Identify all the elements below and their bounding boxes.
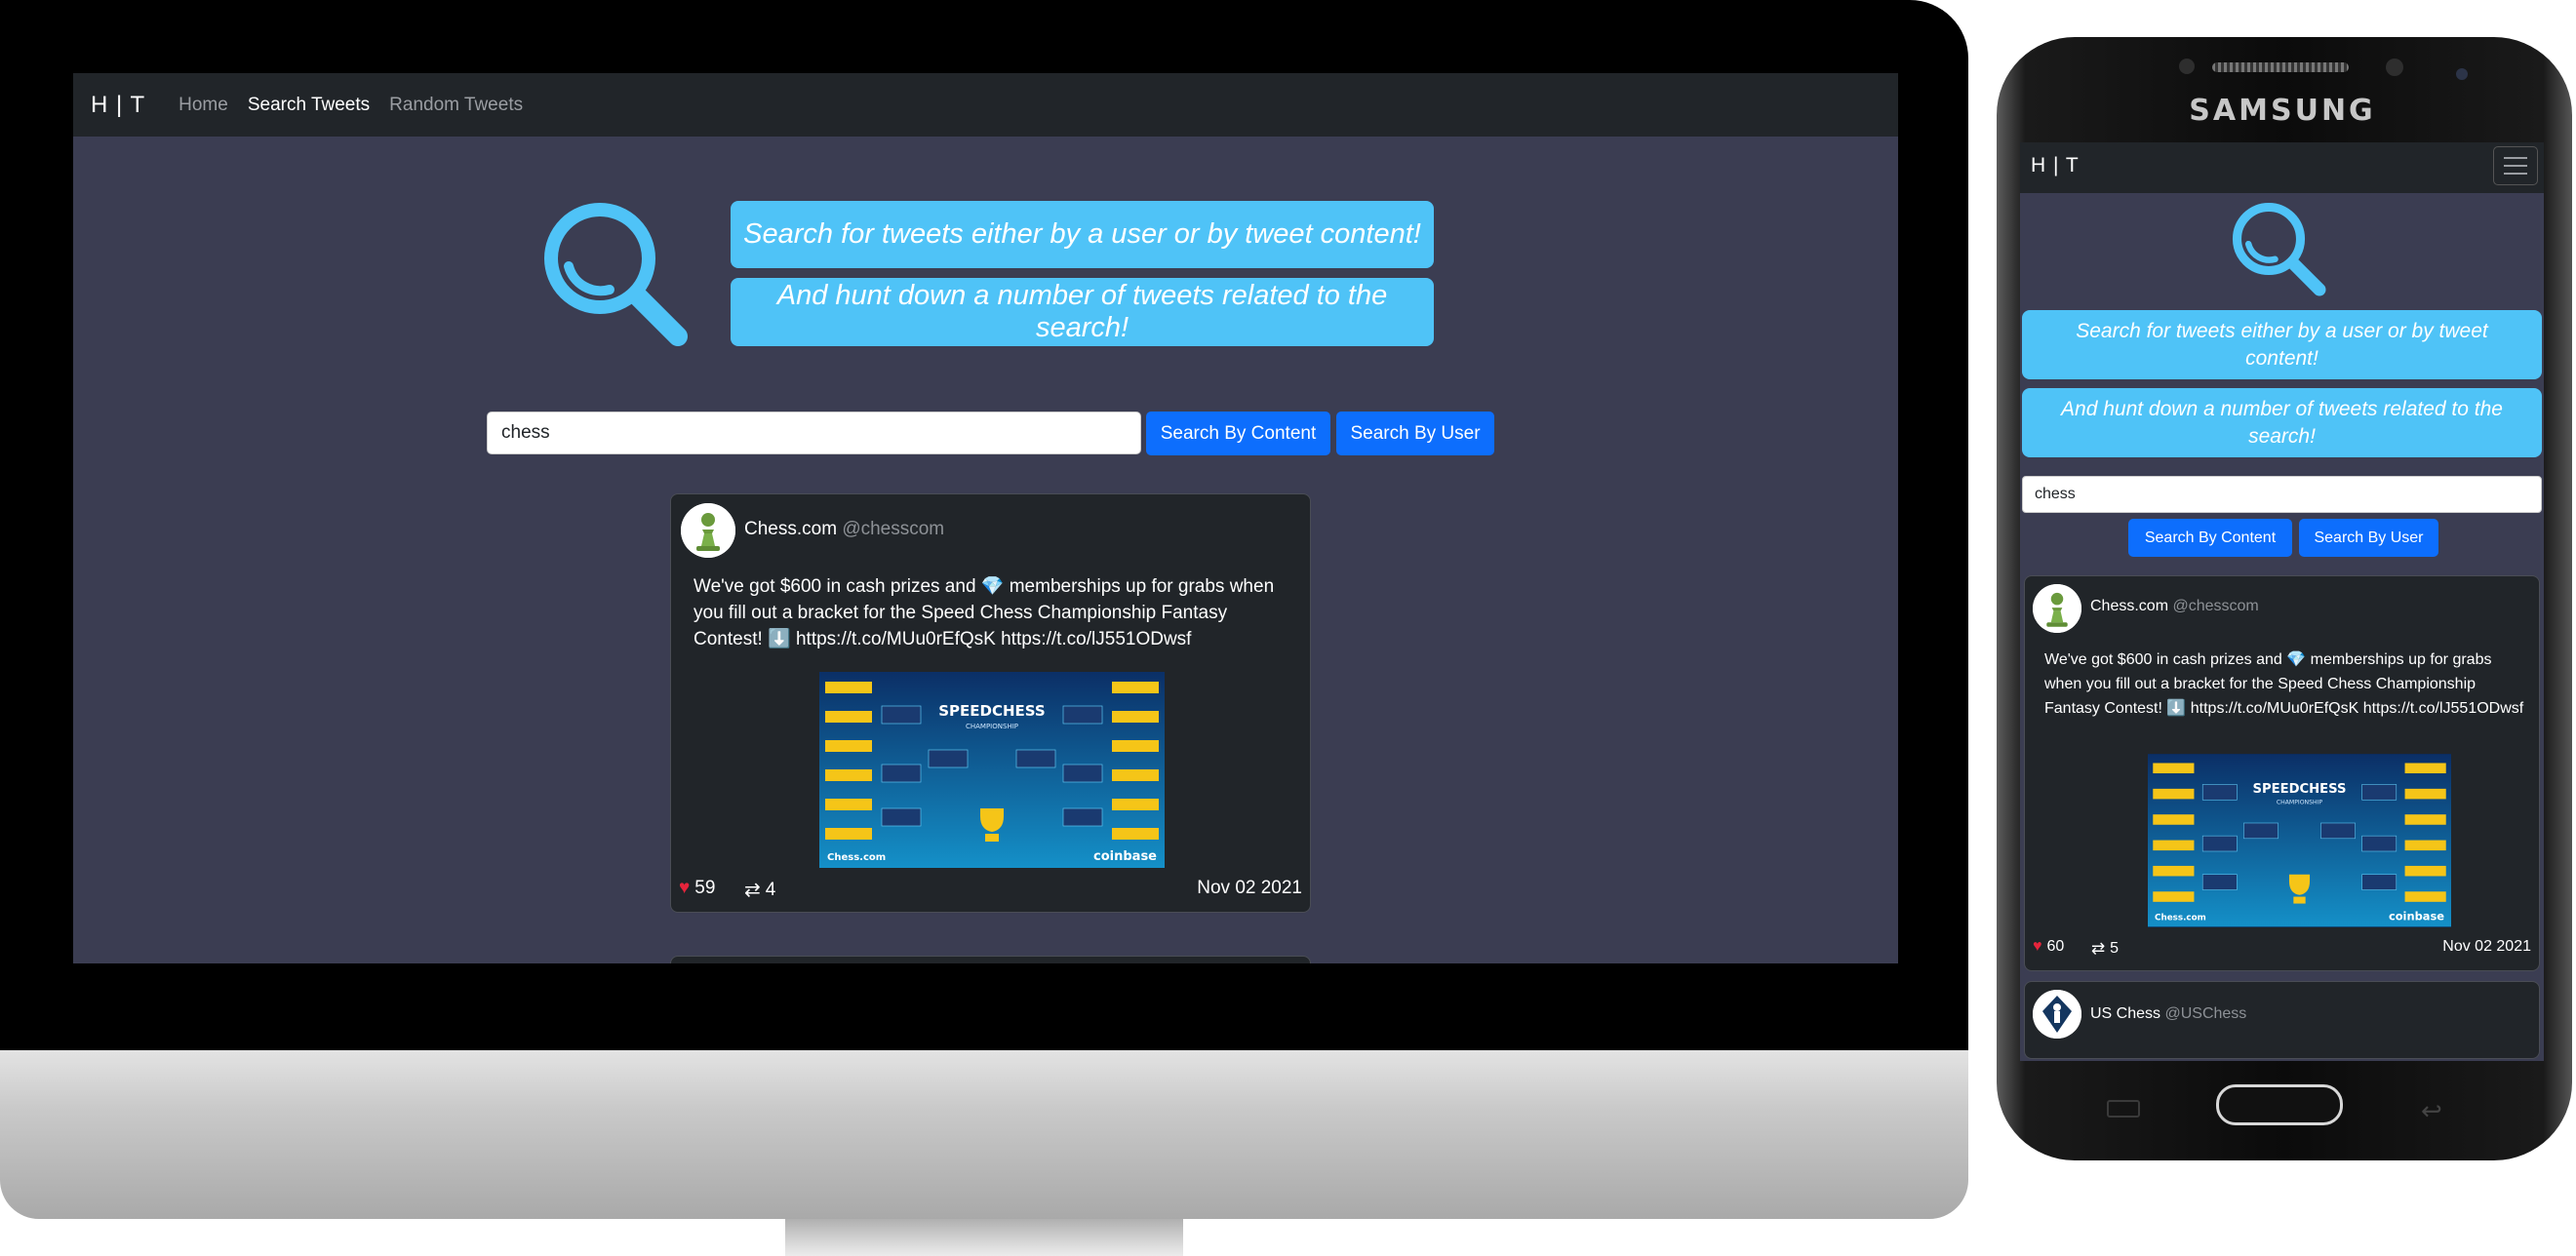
tweet-image-subtitle: CHAMPIONSHIP — [2277, 800, 2323, 806]
phone-navbar-brand[interactable]: H | T — [2031, 154, 2080, 177]
tweet-image-brand-left: Chess.com — [2155, 913, 2206, 922]
search-input[interactable] — [487, 412, 1141, 454]
tweet-text: We've got $600 in cash prizes and 💎 memb… — [694, 576, 1275, 650]
hamburger-line — [2504, 157, 2527, 159]
tweet-card: Chess.com @chesscom We've got $600 in ca… — [670, 493, 1311, 913]
like-count-value: 60 — [2046, 938, 2065, 955]
phone-search-input[interactable] — [2022, 476, 2542, 513]
chess-pawn-icon — [2033, 584, 2081, 633]
phone-tweet-card-2: US Chess @USChess — [2024, 981, 2540, 1059]
phone-speaker — [2212, 62, 2349, 72]
tweet-author: Chess.com @chesscom — [2090, 598, 2259, 615]
retweet-count-value: 4 — [765, 879, 776, 900]
hamburger-line — [2504, 173, 2527, 175]
tweet-text: We've got $600 in cash prizes and 💎 memb… — [2044, 651, 2524, 717]
hamburger-line — [2504, 165, 2527, 167]
search-by-content-button[interactable]: Search By Content — [1146, 412, 1330, 455]
hero-line-2: And hunt down a number of tweets related… — [731, 278, 1434, 346]
nav-link-random-tweets[interactable]: Random Tweets — [389, 95, 523, 116]
phone-hero-line-1: Search for tweets either by a user or by… — [2022, 310, 2542, 379]
phone-led — [2456, 68, 2468, 80]
device-mockup: H | T Home Search Tweets Random Tweets S… — [0, 0, 2576, 1256]
magnifier-icon — [2232, 202, 2326, 296]
like-count[interactable]: ♥ 60 — [2033, 938, 2064, 956]
tweet-date: Nov 02 2021 — [2442, 938, 2531, 955]
tweet-image-subtitle: CHAMPIONSHIP — [966, 723, 1018, 730]
phone-screen: H | T Search for tweets either by a user… — [2020, 142, 2544, 1061]
magnifier-icon — [544, 203, 688, 346]
tweet-author-handle[interactable]: @chesscom — [2172, 598, 2258, 614]
retweet-count[interactable]: ⇄ 5 — [2091, 938, 2119, 959]
tweet-image[interactable]: SPEEDCHESS CHAMPIONSHIP Chess.com coinba… — [2148, 754, 2451, 927]
phone-brand-label: SAMSUNG — [2189, 94, 2376, 128]
tweet-author: US Chess @USChess — [2090, 1005, 2246, 1023]
tweet-image-title: SPEEDCHESS — [2252, 782, 2346, 797]
tweet-author-name[interactable]: Chess.com — [2090, 598, 2168, 614]
tweet-image[interactable]: SPEEDCHESS CHAMPIONSHIP Chess.com coinba… — [819, 672, 1165, 868]
phone-sensor — [2179, 59, 2195, 74]
phone-navbar: H | T — [2020, 142, 2544, 193]
tweet-author-name[interactable]: US Chess — [2090, 1005, 2160, 1022]
retweet-icon: ⇄ — [744, 880, 761, 901]
like-count[interactable]: ♥ 59 — [679, 878, 715, 899]
tweet-image-brand-right: coinbase — [1093, 849, 1157, 864]
tweet-author-handle[interactable]: @chesscom — [842, 519, 944, 539]
hero-line-1: Search for tweets either by a user or by… — [731, 201, 1434, 268]
tweet-image-brand-left: Chess.com — [827, 852, 886, 863]
retweet-icon: ⇄ — [2091, 939, 2106, 958]
phone-tweet-card: Chess.com @chesscom We've got $600 in ca… — [2024, 575, 2540, 971]
navbar: H | T Home Search Tweets Random Tweets — [73, 73, 1898, 137]
retweet-count-value: 5 — [2110, 939, 2119, 957]
phone-search-by-user-button[interactable]: Search By User — [2299, 519, 2438, 557]
tweet-image-graphic: SPEEDCHESS CHAMPIONSHIP Chess.com coinba… — [819, 672, 1165, 868]
desktop-screen: H | T Home Search Tweets Random Tweets S… — [73, 73, 1898, 963]
phone-hero-line-2: And hunt down a number of tweets related… — [2022, 388, 2542, 457]
heart-icon: ♥ — [2033, 938, 2042, 955]
avatar — [2033, 990, 2081, 1039]
retweet-count[interactable]: ⇄ 4 — [744, 878, 775, 902]
tweet-image-brand-right: coinbase — [2389, 909, 2444, 922]
tweet-author-name[interactable]: Chess.com — [744, 519, 837, 539]
nav-link-home[interactable]: Home — [178, 95, 228, 116]
back-arrow-icon[interactable]: ↩ — [2421, 1096, 2442, 1126]
heart-icon: ♥ — [679, 878, 691, 898]
tweet-image-graphic: SPEEDCHESS CHAMPIONSHIP Chess.com coinba… — [2148, 754, 2451, 927]
nav-link-search-tweets[interactable]: Search Tweets — [248, 95, 370, 116]
phone-menu-key[interactable] — [2107, 1100, 2140, 1118]
phone-camera — [2386, 59, 2403, 76]
navbar-brand[interactable]: H | T — [91, 92, 145, 119]
monitor-chin — [0, 1050, 1968, 1219]
tweet-date: Nov 02 2021 — [1197, 878, 1302, 898]
us-chess-logo-icon — [2033, 990, 2081, 1039]
phone-home-button[interactable] — [2216, 1084, 2343, 1125]
avatar — [681, 503, 735, 558]
search-by-user-button[interactable]: Search By User — [1336, 412, 1494, 455]
tweet-card-next — [670, 956, 1311, 963]
tweet-author: Chess.com @chesscom — [744, 519, 944, 540]
chess-pawn-icon — [681, 503, 735, 558]
phone-search-by-content-button[interactable]: Search By Content — [2128, 519, 2292, 557]
tweet-author-handle[interactable]: @USChess — [2164, 1005, 2246, 1022]
like-count-value: 59 — [694, 878, 716, 898]
tweet-image-title: SPEEDCHESS — [938, 702, 1045, 720]
hamburger-icon[interactable] — [2493, 146, 2538, 185]
avatar — [2033, 584, 2081, 633]
monitor-stand — [785, 1219, 1183, 1256]
